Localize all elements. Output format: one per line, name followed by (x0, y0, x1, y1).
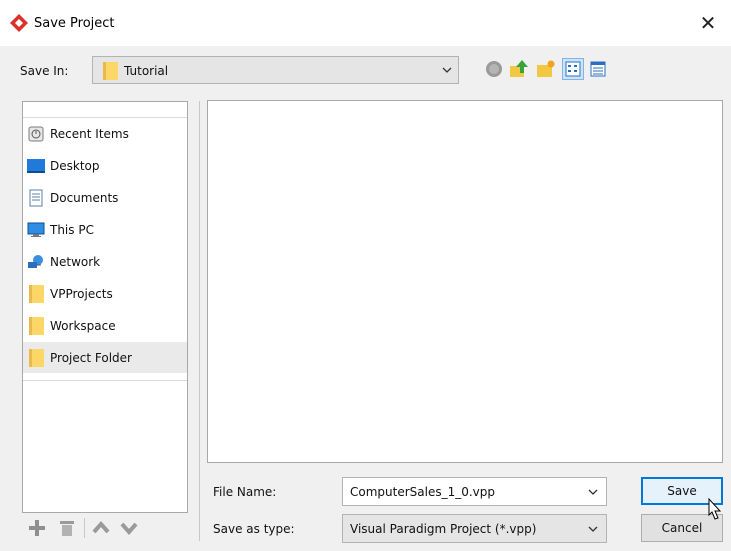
move-up-icon[interactable] (92, 519, 110, 537)
place-recent-items[interactable]: Recent Items (23, 118, 187, 149)
place-workspace[interactable]: Workspace (23, 310, 187, 341)
file-name-value: ComputerSales_1_0.vpp (350, 485, 496, 499)
chevron-down-icon (588, 526, 598, 532)
place-label: Recent Items (50, 126, 129, 141)
folder-icon (103, 62, 118, 80)
places-sidebar: Recent Items Desktop Documents This PC N… (22, 101, 188, 513)
place-network[interactable]: Network (23, 246, 187, 277)
place-label: Documents (50, 190, 119, 205)
chevron-down-icon[interactable] (588, 488, 598, 496)
save-in-label: Save In: (20, 64, 69, 78)
file-toolbar (483, 58, 615, 82)
file-name-label: File Name: (213, 485, 277, 499)
place-label: Workspace (50, 318, 116, 333)
back-button[interactable] (483, 58, 505, 80)
place-documents[interactable]: Documents (23, 182, 187, 213)
create-new-folder-icon (537, 60, 555, 77)
details-view-icon (590, 61, 606, 77)
place-label: Desktop (50, 158, 100, 173)
recent-items-icon (27, 125, 45, 143)
list-view-icon (565, 61, 581, 77)
file-list[interactable] (207, 100, 723, 463)
folder-icon (27, 284, 45, 303)
add-icon[interactable] (28, 519, 46, 537)
documents-icon (27, 189, 45, 207)
place-label: Project Folder (50, 350, 132, 365)
place-desktop[interactable]: Desktop (23, 150, 187, 181)
save-type-value: Visual Paradigm Project (*.vpp) (350, 522, 537, 536)
close-button[interactable]: ✕ (685, 0, 731, 46)
up-one-level-icon (510, 60, 528, 77)
this-pc-icon (27, 221, 45, 239)
place-project-folder[interactable]: Project Folder (23, 342, 187, 373)
save-in-value: Tutorial (124, 64, 169, 78)
new-folder-button[interactable] (535, 58, 557, 80)
list-view-button[interactable] (562, 58, 584, 80)
delete-icon[interactable] (58, 519, 76, 537)
move-down-icon[interactable] (120, 519, 138, 537)
back-icon (486, 61, 502, 77)
folder-icon (27, 348, 45, 367)
mouse-cursor-icon (708, 497, 722, 520)
title-bar: Save Project ✕ (0, 0, 731, 46)
chevron-down-icon (442, 67, 452, 73)
places-divider (23, 380, 187, 381)
places-actions (24, 516, 184, 540)
place-label: VPProjects (50, 286, 113, 301)
action-separator (84, 518, 85, 538)
desktop-icon (27, 157, 45, 175)
save-type-label: Save as type: (213, 522, 295, 536)
place-this-pc[interactable]: This PC (23, 214, 187, 245)
folder-icon (27, 316, 45, 335)
place-label: Network (50, 254, 101, 269)
save-type-dropdown[interactable]: Visual Paradigm Project (*.vpp) (342, 514, 607, 543)
visual-paradigm-logo-icon (10, 14, 28, 32)
save-in-dropdown[interactable]: Tutorial (92, 56, 459, 84)
details-view-button[interactable] (587, 58, 609, 80)
place-label: This PC (50, 222, 94, 237)
places-header (23, 102, 187, 118)
up-one-level-button[interactable] (508, 58, 530, 80)
close-icon: ✕ (699, 11, 717, 35)
window-title: Save Project (34, 16, 115, 31)
place-vpprojects[interactable]: VPProjects (23, 278, 187, 309)
file-name-field[interactable]: ComputerSales_1_0.vpp (342, 477, 607, 506)
network-icon (27, 253, 45, 271)
panel-separator (199, 101, 200, 541)
